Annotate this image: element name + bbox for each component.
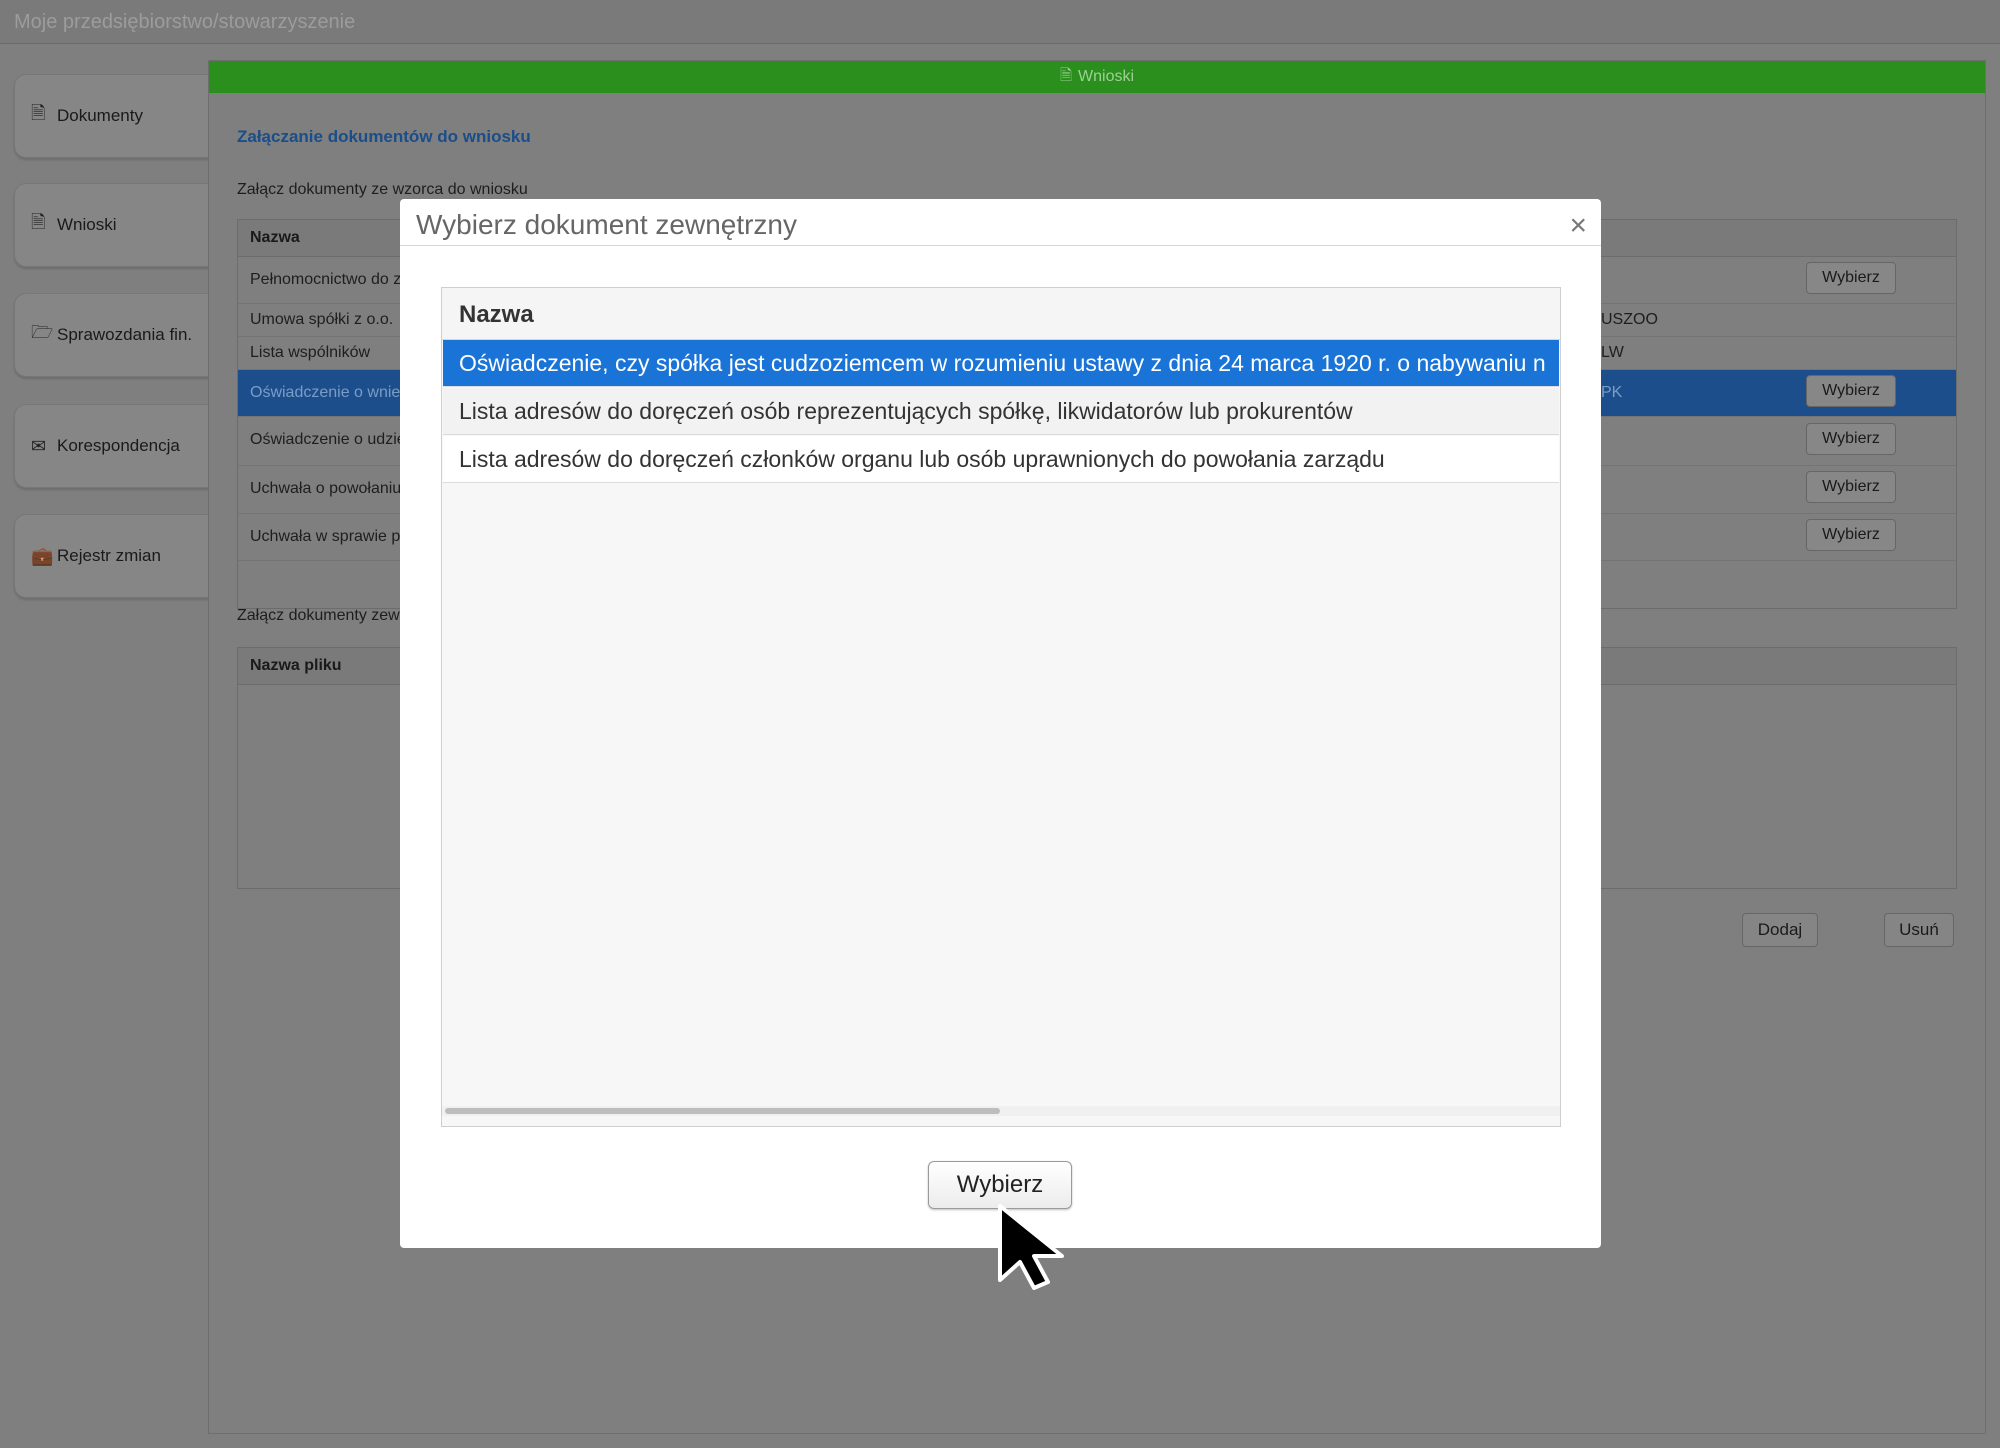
- column-header-name: Nazwa: [459, 301, 534, 328]
- dialog-title: Wybierz dokument zewnętrzny: [416, 209, 798, 240]
- column-header-name: Nazwa: [250, 229, 300, 246]
- sidebar-item-label: Sprawozdania fin.: [57, 325, 193, 344]
- grid-row[interactable]: Lista adresów do doręczeń członków organ…: [443, 436, 1559, 483]
- select-external-document-dialog: Wybierz dokument zewnętrzny × Nazwa Oświ…: [400, 199, 1601, 1248]
- template-docs-label: Załącz dokumenty ze wzorca do wniosku: [237, 181, 528, 198]
- mouse-cursor-icon: [998, 1204, 1064, 1290]
- row-code: PK: [1601, 384, 1623, 401]
- close-icon[interactable]: ×: [1569, 209, 1587, 243]
- panel-header-title: Wnioski: [1078, 68, 1135, 85]
- select-button[interactable]: Wybierz: [1806, 375, 1896, 407]
- scrollbar-thumb[interactable]: [445, 1108, 1000, 1114]
- grid-row-selected[interactable]: Oświadczenie, czy spółka jest cudzoziemc…: [443, 340, 1559, 387]
- select-button[interactable]: Wybierz: [1806, 423, 1896, 455]
- grid-row[interactable]: Lista adresów do doręczeń osób reprezent…: [443, 388, 1559, 435]
- document-icon: 🗎: [1059, 66, 1073, 84]
- envelope-icon: ✉: [31, 435, 47, 456]
- row-name: Lista adresów do doręczeń osób reprezent…: [459, 398, 1353, 424]
- row-name: Pełnomocnictwo do z: [250, 271, 402, 288]
- row-name: Oświadczenie, czy spółka jest cudzoziemc…: [459, 350, 1546, 376]
- sidebar-item-label: Dokumenty: [57, 106, 143, 125]
- section-title[interactable]: Załączanie dokumentów do wniosku: [237, 127, 531, 147]
- row-name: Lista wspólników: [250, 344, 371, 361]
- select-button[interactable]: Wybierz: [1806, 519, 1896, 551]
- sidebar-item-label: Rejestr zmian: [57, 546, 161, 565]
- row-name: Oświadczenie o udzie: [250, 431, 406, 448]
- sidebar-item-rejestr-zmian[interactable]: 💼 Rejestr zmian: [14, 514, 211, 598]
- select-button[interactable]: Wybierz: [1806, 471, 1896, 503]
- external-docs-label: Załącz dokumenty zew: [237, 607, 400, 624]
- app-title: Moje przedsiębiorstwo/stowarzyszenie: [14, 11, 356, 33]
- row-name: Lista adresów do doręczeń członków organ…: [459, 446, 1385, 472]
- document-list-grid: Nazwa Oświadczenie, czy spółka jest cudz…: [441, 287, 1561, 1127]
- grid-header: Nazwa: [442, 288, 1560, 340]
- row-code: USZOO: [1601, 311, 1658, 328]
- row-name: Uchwała o powołaniu: [250, 480, 402, 497]
- sidebar-item-korespondencja[interactable]: ✉ Korespondencja: [14, 404, 211, 488]
- panel-header: 🗎 Wnioski: [209, 61, 1985, 93]
- briefcase-icon: 💼: [31, 545, 54, 566]
- select-button[interactable]: Wybierz: [1806, 262, 1896, 294]
- document-icon: 🗎: [31, 103, 46, 123]
- column-header-file: Nazwa pliku: [250, 657, 342, 674]
- divider: [400, 245, 1601, 246]
- row-code: LW: [1601, 344, 1624, 361]
- remove-button[interactable]: Usuń: [1884, 913, 1954, 947]
- horizontal-scrollbar[interactable]: [442, 1106, 1560, 1116]
- row-name: Oświadczenie o wnie: [250, 384, 401, 401]
- folder-open-icon: 🗁: [31, 322, 54, 342]
- app-title-bar: Moje przedsiębiorstwo/stowarzyszenie: [0, 0, 2000, 44]
- document-icon: 🗎: [31, 212, 46, 232]
- row-name: Uchwała w sprawie p: [250, 528, 401, 545]
- row-name: Umowa spółki z o.o.: [250, 311, 394, 328]
- sidebar-item-dokumenty[interactable]: 🗎 Dokumenty: [14, 74, 211, 158]
- sidebar-item-label: Wnioski: [57, 215, 117, 234]
- sidebar-item-wnioski[interactable]: 🗎 Wnioski: [14, 183, 211, 267]
- sidebar-item-sprawozdania[interactable]: 🗁 Sprawozdania fin.: [14, 293, 211, 377]
- sidebar-item-label: Korespondencja: [57, 436, 180, 455]
- add-button[interactable]: Dodaj: [1742, 913, 1818, 947]
